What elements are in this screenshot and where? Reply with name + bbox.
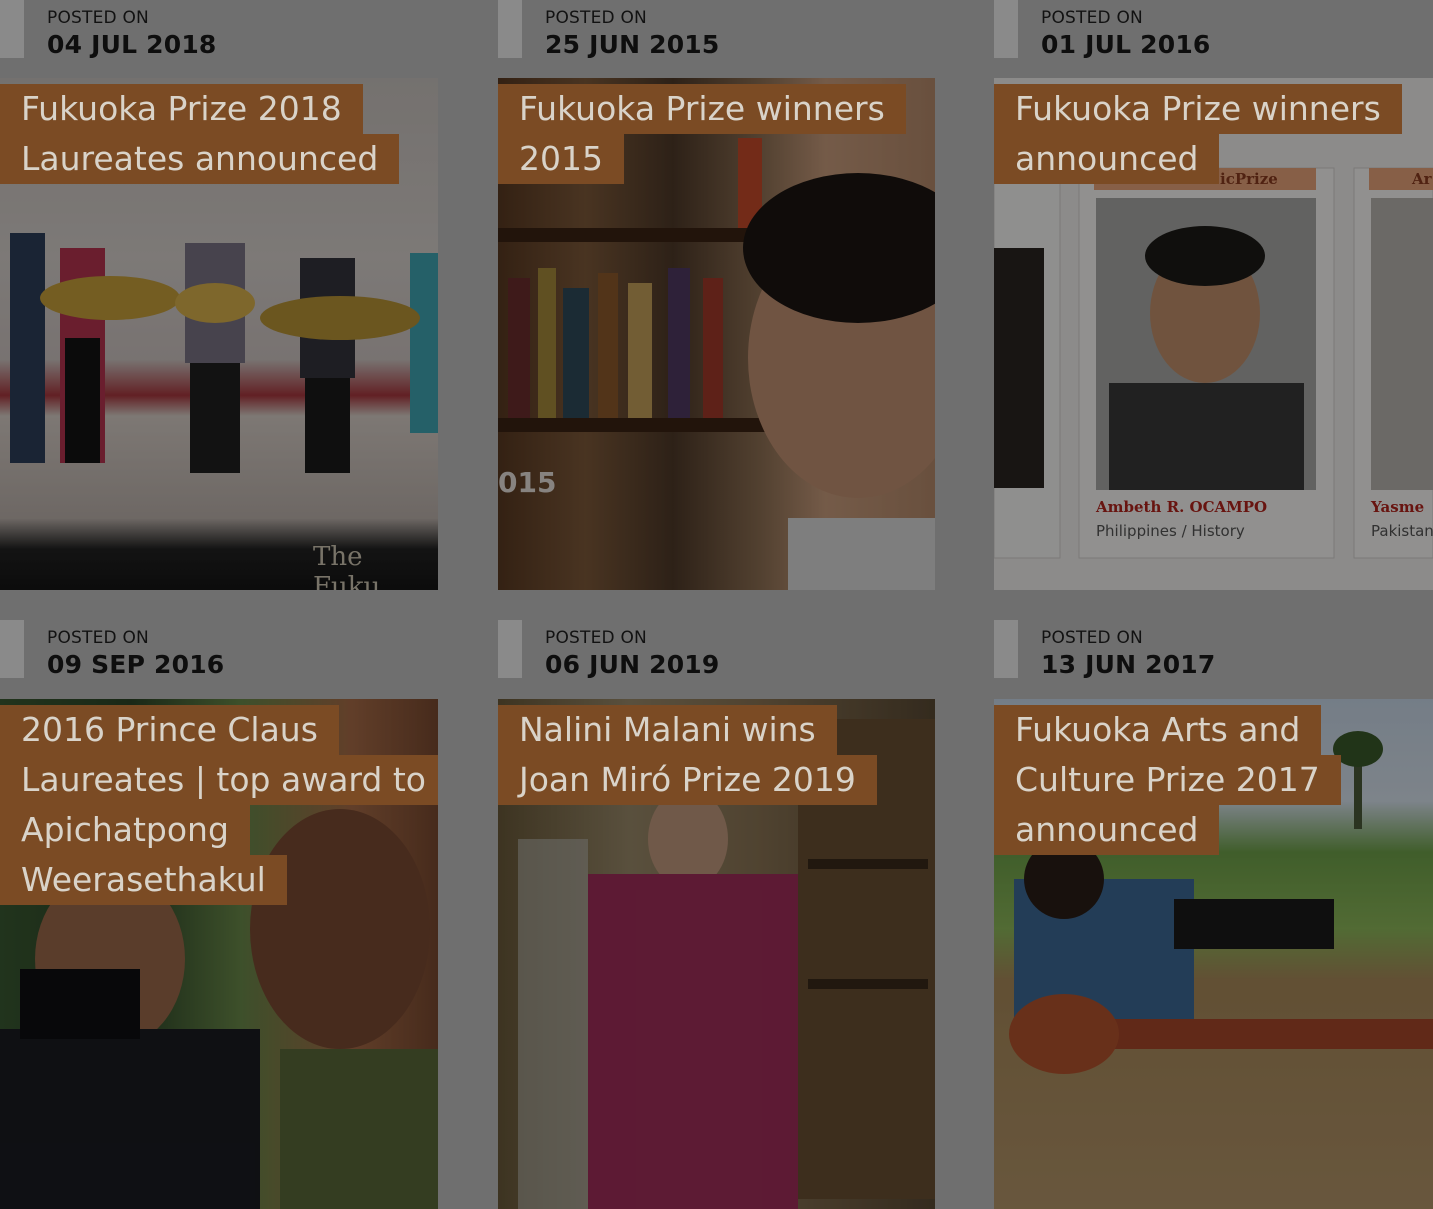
post-title-line: Fukuoka Prize 2018 xyxy=(0,84,363,134)
post-meta: POSTED ON 01 JUL 2016 xyxy=(994,0,1432,78)
post-card: POSTED ON 06 JUN 2019 Nalini Malani wins… xyxy=(498,620,936,1209)
accent-bar xyxy=(498,620,522,678)
post-title[interactable]: Fukuoka Prize winners announced xyxy=(994,84,1433,184)
post-thumbnail-link[interactable]: Fukuoka Arts and Culture Prize 2017 anno… xyxy=(994,699,1433,1209)
posted-on-label: POSTED ON xyxy=(47,628,149,648)
post-card: POSTED ON 04 JUL 2018 The Fuku Fukuoka P… xyxy=(0,0,438,590)
post-card: POSTED ON 13 JUN 2017 Fukuoka Arts and C… xyxy=(994,620,1433,1209)
post-meta: POSTED ON 06 JUN 2019 xyxy=(498,620,936,698)
post-meta: POSTED ON 25 JUN 2015 xyxy=(498,0,936,78)
post-title[interactable]: Fukuoka Arts and Culture Prize 2017 anno… xyxy=(994,705,1433,855)
post-title-line: announced xyxy=(994,134,1220,184)
post-meta: POSTED ON 13 JUN 2017 xyxy=(994,620,1432,698)
post-title-line: Weerasethakul xyxy=(0,855,287,905)
posted-on-label: POSTED ON xyxy=(1041,628,1143,648)
post-date: 06 JUN 2019 xyxy=(545,650,720,679)
accent-bar xyxy=(0,0,24,58)
post-date: 09 SEP 2016 xyxy=(47,650,225,679)
post-meta: POSTED ON 04 JUL 2018 xyxy=(0,0,438,78)
post-thumbnail-link[interactable]: icPrize Ar Ambeth R. OCAMPO Philippines … xyxy=(994,78,1433,590)
posted-on-label: POSTED ON xyxy=(545,8,647,28)
post-card: POSTED ON 25 JUN 2015 015 Fukuoka Prize … xyxy=(498,0,936,590)
post-title-line: Fukuoka Arts and xyxy=(994,705,1322,755)
post-thumbnail-link[interactable]: The Fuku Fukuoka Prize 2018 Laureates an… xyxy=(0,78,438,590)
post-title[interactable]: Nalini Malani wins Joan Miró Prize 2019 xyxy=(498,705,935,805)
accent-bar xyxy=(0,620,24,678)
posted-on-label: POSTED ON xyxy=(47,8,149,28)
post-title-line: Nalini Malani wins xyxy=(498,705,837,755)
post-thumbnail-link[interactable]: Nalini Malani wins Joan Miró Prize 2019 xyxy=(498,699,935,1209)
post-title[interactable]: Fukuoka Prize 2018 Laureates announced xyxy=(0,84,438,184)
posted-on-label: POSTED ON xyxy=(1041,8,1143,28)
post-card: POSTED ON 09 SEP 2016 2016 Prince Claus … xyxy=(0,620,438,1209)
post-title[interactable]: Fukuoka Prize winners 2015 xyxy=(498,84,935,184)
post-title-line: Fukuoka Prize winners xyxy=(994,84,1402,134)
post-title-line: 2016 Prince Claus xyxy=(0,705,339,755)
post-date: 04 JUL 2018 xyxy=(47,30,217,59)
accent-bar xyxy=(498,0,522,58)
post-title-line: Laureates announced xyxy=(0,134,400,184)
post-title-line: Apichatpong xyxy=(0,805,250,855)
post-title-line: announced xyxy=(994,805,1220,855)
post-date: 13 JUN 2017 xyxy=(1041,650,1216,679)
post-title-line: Fukuoka Prize winners xyxy=(498,84,906,134)
post-date: 01 JUL 2016 xyxy=(1041,30,1211,59)
accent-bar xyxy=(994,620,1018,678)
accent-bar xyxy=(994,0,1018,58)
post-meta: POSTED ON 09 SEP 2016 xyxy=(0,620,438,698)
posted-on-label: POSTED ON xyxy=(545,628,647,648)
posts-grid: POSTED ON 04 JUL 2018 The Fuku Fukuoka P… xyxy=(0,0,1433,1209)
post-date: 25 JUN 2015 xyxy=(545,30,720,59)
post-title-line: 2015 xyxy=(498,134,624,184)
post-title-line: Joan Miró Prize 2019 xyxy=(498,755,877,805)
post-thumbnail-link[interactable]: 015 Fukuoka Prize winners 2015 xyxy=(498,78,935,590)
post-title[interactable]: 2016 Prince Claus Laureates | top award … xyxy=(0,705,438,905)
post-thumbnail-link[interactable]: 2016 Prince Claus Laureates | top award … xyxy=(0,699,438,1209)
post-title-line: Laureates | top award to xyxy=(0,755,438,805)
post-card: POSTED ON 01 JUL 2016 icPrize Ar Ambeth … xyxy=(994,0,1433,590)
post-title-line: Culture Prize 2017 xyxy=(994,755,1341,805)
